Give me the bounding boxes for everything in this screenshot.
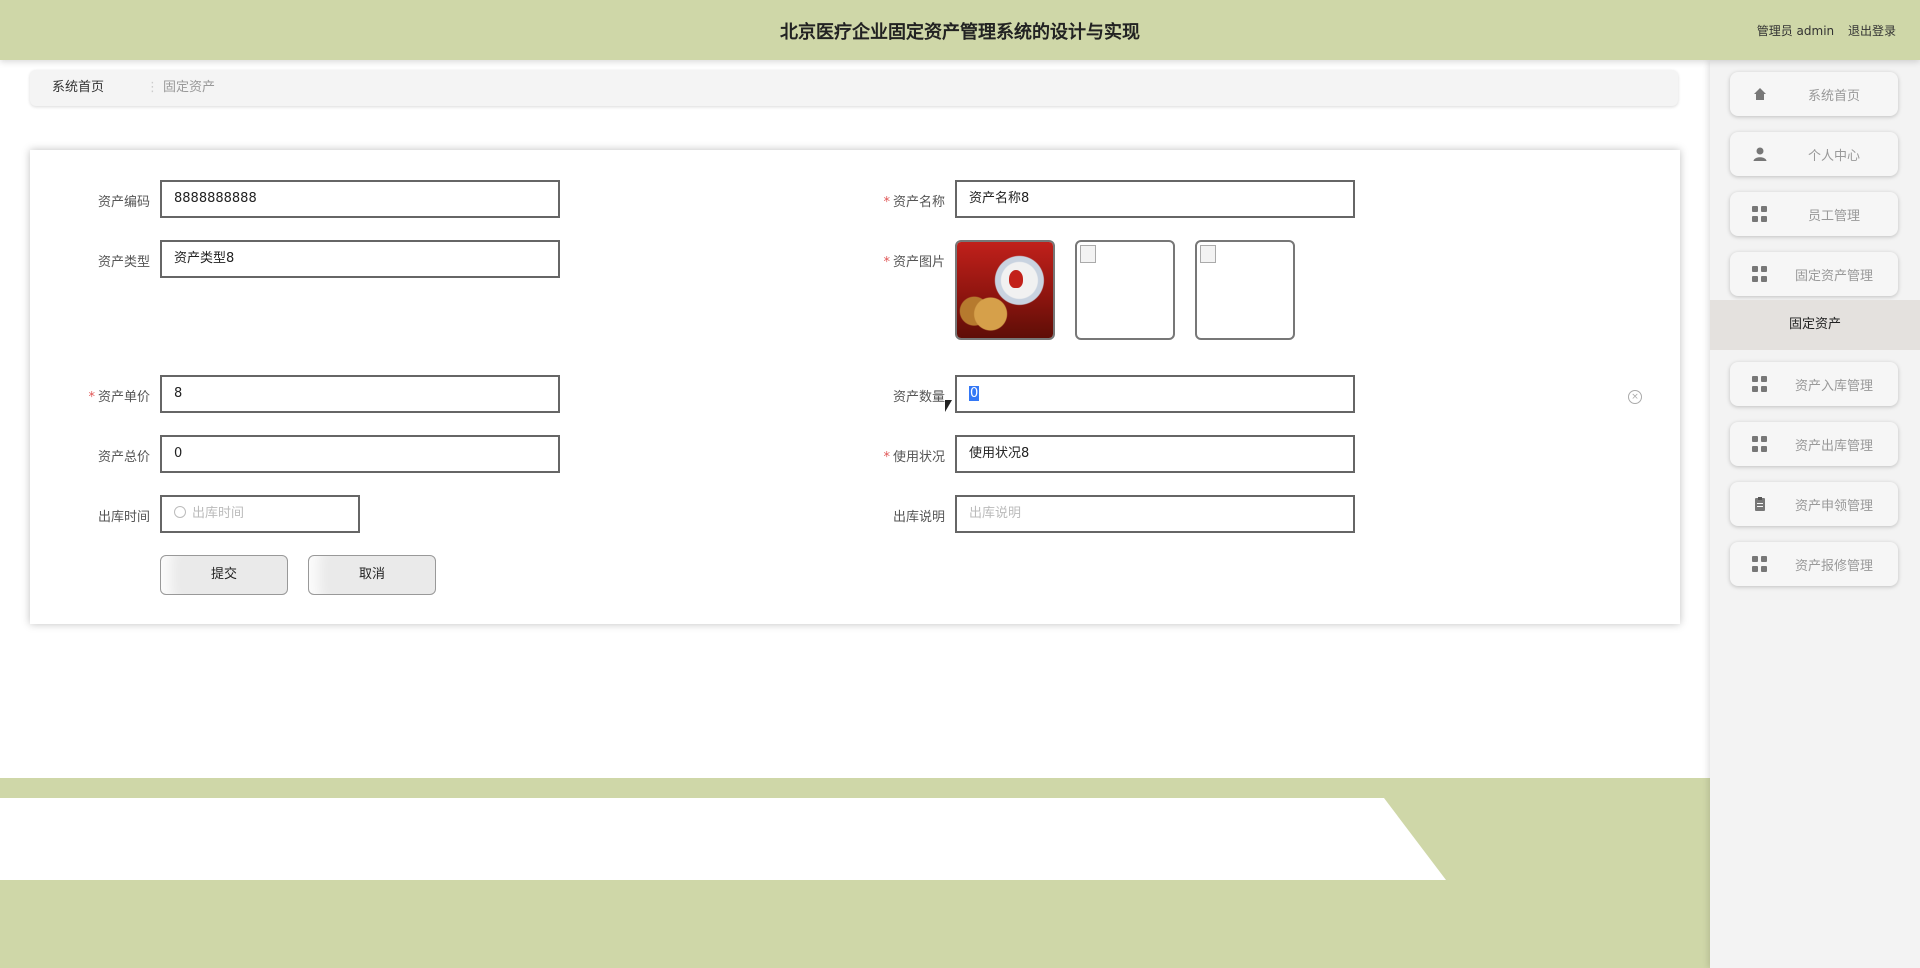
app-title: 北京医疗企业固定资产管理系统的设计与实现	[780, 22, 1140, 43]
clear-icon[interactable]: ×	[1628, 390, 1642, 404]
top-header: 北京医疗企业固定资产管理系统的设计与实现 管理员 admin 退出登录	[0, 0, 1920, 60]
broken-image-icon	[1200, 245, 1216, 263]
grid-icon	[1752, 376, 1768, 392]
mouse-cursor-icon	[945, 400, 952, 412]
breadcrumb-current: 固定资产	[163, 80, 216, 95]
logout-link[interactable]: 退出登录	[1848, 24, 1896, 38]
required-mark: *	[883, 255, 890, 270]
sidebar-item-staff[interactable]: 员工管理	[1730, 192, 1898, 236]
asset-code-label: 资产编码	[97, 195, 150, 210]
sidebar-item-label: 个人中心	[1807, 149, 1860, 164]
grid-icon	[1752, 266, 1768, 282]
asset-form-card: 资产编码 8888888888 * 资产名称 资产名称8 资产类型 资产类型8 *…	[30, 150, 1680, 624]
grid-icon	[1752, 556, 1768, 572]
required-mark: *	[883, 450, 890, 465]
clipboard-icon	[1752, 496, 1768, 512]
sidebar-item-label: 系统首页	[1807, 89, 1860, 104]
quantity-selected-text: 0	[969, 386, 980, 401]
outbound-time-label: 出库时间	[97, 510, 150, 525]
sidebar-item-label: 资产报修管理	[1794, 559, 1873, 574]
usage-status-input[interactable]: 使用状况8	[955, 435, 1355, 473]
decorative-band	[0, 778, 1710, 798]
asset-name-input[interactable]: 资产名称8	[955, 180, 1355, 218]
asset-image-broken[interactable]	[1195, 240, 1295, 340]
sidebar-item-home[interactable]: 系统首页	[1730, 72, 1898, 116]
decorative-white-band	[0, 798, 1446, 880]
required-mark: *	[883, 195, 890, 210]
unit-price-input[interactable]: 8	[160, 375, 560, 413]
outbound-time-input[interactable]: 出库时间	[160, 495, 360, 533]
cancel-button[interactable]: 取消	[308, 555, 436, 595]
submit-button[interactable]: 提交	[160, 555, 288, 595]
sidebar-item-asset-repair[interactable]: 资产报修管理	[1730, 542, 1898, 586]
breadcrumb: 系统首页 ⋮ 固定资产	[30, 70, 1678, 106]
sidebar-item-asset-inbound[interactable]: 资产入库管理	[1730, 362, 1898, 406]
clock-icon	[174, 506, 186, 518]
photo-flower	[1009, 270, 1023, 288]
quantity-label: 资产数量	[892, 390, 945, 405]
sidebar-item-label: 固定资产管理	[1794, 269, 1873, 284]
outbound-note-label: 出库说明	[892, 510, 945, 525]
asset-type-label: 资产类型	[97, 255, 150, 270]
sidebar-menu: 系统首页 个人中心 员工管理 固定资产管理 固定资产 资产入库管理 资产出库管理…	[1710, 60, 1920, 968]
user-label: 管理员 admin	[1756, 24, 1835, 38]
asset-image-label: * 资产图片	[883, 255, 945, 270]
grid-icon	[1752, 436, 1768, 452]
asset-name-label: * 资产名称	[883, 195, 945, 210]
outbound-note-input[interactable]: 出库说明	[955, 495, 1355, 533]
outbound-time-placeholder: 出库时间	[192, 506, 245, 521]
sidebar-item-asset-outbound[interactable]: 资产出库管理	[1730, 422, 1898, 466]
breadcrumb-separator: ⋮	[146, 80, 159, 95]
asset-photo	[957, 242, 1053, 338]
sidebar-item-label: 资产出库管理	[1794, 439, 1873, 454]
total-price-label: 资产总价	[97, 450, 150, 465]
sidebar-subitem-fixed-asset[interactable]: 固定资产	[1710, 300, 1920, 350]
sidebar-item-asset-requisition[interactable]: 资产申领管理	[1730, 482, 1898, 526]
breadcrumb-home[interactable]: 系统首页	[52, 70, 104, 106]
unit-price-label: * 资产单价	[88, 390, 150, 405]
home-icon	[1752, 86, 1768, 102]
sidebar-item-label: 资产申领管理	[1794, 499, 1873, 514]
usage-status-label: * 使用状况	[883, 450, 945, 465]
user-icon	[1752, 146, 1768, 162]
user-area: 管理员 admin 退出登录	[1747, 22, 1896, 39]
broken-image-icon	[1080, 245, 1096, 263]
quantity-input[interactable]: 0	[955, 375, 1355, 413]
asset-code-input[interactable]: 8888888888	[160, 180, 560, 218]
sidebar-item-profile[interactable]: 个人中心	[1730, 132, 1898, 176]
asset-image-broken[interactable]	[1075, 240, 1175, 340]
sidebar-item-label: 资产入库管理	[1794, 379, 1873, 394]
required-mark: *	[88, 390, 95, 405]
asset-image-thumbnail[interactable]	[955, 240, 1055, 340]
grid-icon	[1752, 206, 1768, 222]
total-price-input[interactable]: 0	[160, 435, 560, 473]
sidebar-item-label: 员工管理	[1807, 209, 1860, 224]
asset-type-input[interactable]: 资产类型8	[160, 240, 560, 278]
sidebar-item-fixed-assets[interactable]: 固定资产管理	[1730, 252, 1898, 296]
